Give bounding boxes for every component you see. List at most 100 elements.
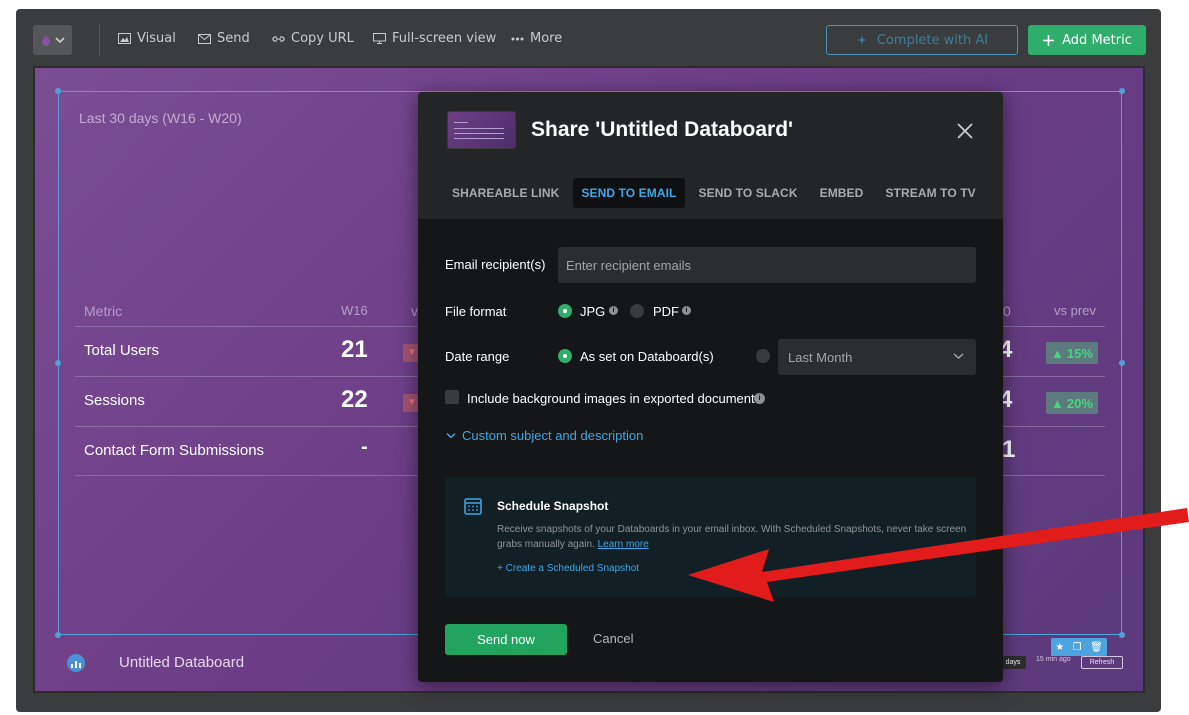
- send-button[interactable]: Send: [198, 31, 250, 46]
- copy-url-label: Copy URL: [291, 31, 354, 46]
- tab-shareable-link[interactable]: SHAREABLE LINK: [444, 178, 567, 208]
- star-icon[interactable]: ★: [1055, 642, 1064, 653]
- image-icon: [118, 33, 131, 44]
- chevron-down-icon: [953, 353, 964, 360]
- metric-value: 22: [341, 386, 368, 413]
- fullscreen-label: Full-screen view: [392, 31, 497, 46]
- column-header-vs: v: [411, 303, 418, 319]
- visual-label: Visual: [137, 31, 176, 46]
- change-badge: ▲ 15%: [1046, 342, 1098, 364]
- pdf-radio[interactable]: [630, 304, 644, 318]
- toolbar-divider: [99, 24, 100, 56]
- schedule-snapshot-card: Schedule Snapshot Receive snapshots of y…: [445, 477, 976, 597]
- jpg-label: JPG: [580, 304, 606, 319]
- info-icon: i: [754, 393, 765, 404]
- info-icon: i: [682, 306, 691, 315]
- column-header-w16: W16: [341, 303, 368, 318]
- as-set-label: As set on Databoard(s): [580, 349, 714, 364]
- chevron-down-icon: [446, 432, 456, 439]
- custom-subject-label: Custom subject and description: [462, 428, 644, 443]
- up-triangle-icon: ▲: [1051, 395, 1064, 411]
- metric-mini-toolbar: ★ ❐ 🗑: [1051, 638, 1107, 656]
- tab-stream-to-tv[interactable]: STREAM TO TV: [877, 178, 983, 208]
- add-metric-button[interactable]: Add Metric: [1028, 25, 1146, 55]
- up-triangle-icon: ▲: [1051, 345, 1064, 361]
- days-pill: days: [1000, 656, 1026, 669]
- copy-url-button[interactable]: Copy URL: [272, 31, 354, 46]
- chevron-down-icon: [54, 37, 65, 44]
- databoard-thumbnail: [447, 111, 516, 149]
- change-badge: ▲ 20%: [1046, 392, 1098, 414]
- date-range-value: Last Month: [788, 350, 853, 365]
- pdf-label: PDF: [653, 304, 679, 319]
- period-label: Last 30 days (W16 - W20): [79, 110, 242, 126]
- trash-icon[interactable]: 🗑: [1090, 642, 1103, 653]
- visual-button[interactable]: Visual: [118, 31, 176, 46]
- create-scheduled-snapshot-link[interactable]: + Create a Scheduled Snapshot: [497, 563, 639, 574]
- refresh-button[interactable]: Refresh: [1081, 656, 1123, 669]
- snapshot-description-text: Receive snapshots of your Databoards in …: [497, 524, 967, 550]
- toolbar: Visual Send Copy URL Full-screen view Mo…: [16, 9, 1161, 65]
- updated-time: 15 min ago: [1036, 656, 1071, 663]
- monitor-icon: [373, 33, 386, 44]
- tab-send-to-email[interactable]: SEND TO EMAIL: [573, 178, 685, 208]
- complete-with-ai-button[interactable]: Complete with AI: [826, 25, 1018, 55]
- metric-value: -: [361, 436, 368, 458]
- file-format-label: File format: [445, 304, 507, 319]
- snapshot-title: Schedule Snapshot: [497, 499, 609, 513]
- custom-range-radio[interactable]: [756, 349, 770, 363]
- theme-picker-button[interactable]: [33, 25, 72, 55]
- include-bg-checkbox[interactable]: [445, 390, 459, 404]
- close-icon[interactable]: [954, 120, 976, 142]
- email-recipients-input[interactable]: [558, 247, 976, 283]
- databoard-icon: [67, 654, 85, 672]
- sparkle-icon: [856, 34, 867, 45]
- share-tabs: SHAREABLE LINK SEND TO EMAIL SEND TO SLA…: [444, 178, 990, 208]
- tab-embed[interactable]: EMBED: [812, 178, 872, 208]
- mail-icon: [198, 33, 211, 44]
- custom-subject-toggle[interactable]: Custom subject and description: [446, 428, 643, 443]
- learn-more-link[interactable]: Learn more: [598, 539, 649, 550]
- jpg-radio[interactable]: [558, 304, 572, 318]
- resize-handle[interactable]: [1119, 88, 1125, 94]
- snapshot-description: Receive snapshots of your Databoards in …: [497, 522, 973, 552]
- change-value: 20%: [1066, 395, 1093, 411]
- refresh-label: Refresh: [1089, 659, 1115, 666]
- more-button[interactable]: More: [511, 31, 562, 46]
- column-header-metric: Metric: [84, 303, 123, 319]
- send-now-button[interactable]: Send now: [445, 624, 567, 655]
- plus-icon: [1043, 34, 1055, 46]
- calendar-icon: [464, 498, 482, 515]
- metric-name: Contact Form Submissions: [84, 442, 265, 459]
- more-label: More: [530, 31, 563, 46]
- send-label: Send: [217, 31, 250, 46]
- link-icon: [272, 35, 285, 42]
- resize-handle[interactable]: [55, 360, 61, 366]
- as-set-radio[interactable]: [558, 349, 572, 363]
- change-value: 15%: [1066, 345, 1093, 361]
- cancel-button[interactable]: Cancel: [593, 631, 633, 646]
- email-label: Email recipient(s): [445, 257, 546, 272]
- modal-header: Share 'Untitled Databoard' SHAREABLE LIN…: [418, 92, 1003, 219]
- databoard-name: Untitled Databoard: [119, 654, 245, 671]
- info-icon: i: [609, 306, 618, 315]
- modal-title: Share 'Untitled Databoard': [531, 118, 794, 141]
- metric-name: Total Users: [84, 342, 160, 359]
- resize-handle[interactable]: [1119, 632, 1125, 638]
- add-metric-label: Add Metric: [1062, 32, 1132, 48]
- resize-handle[interactable]: [55, 632, 61, 638]
- metric-value-right: 1: [1002, 436, 1016, 463]
- include-bg-label: Include background images in exported do…: [467, 391, 755, 406]
- metric-name: Sessions: [84, 392, 145, 409]
- fullscreen-button[interactable]: Full-screen view: [373, 31, 496, 46]
- share-modal: Share 'Untitled Databoard' SHAREABLE LIN…: [418, 92, 1003, 682]
- metric-value: 21: [341, 336, 368, 363]
- ai-label: Complete with AI: [876, 32, 989, 48]
- resize-handle[interactable]: [55, 88, 61, 94]
- resize-handle[interactable]: [1119, 360, 1125, 366]
- column-header-vs-prev: vs prev: [1054, 303, 1096, 318]
- tab-send-to-slack[interactable]: SEND TO SLACK: [691, 178, 806, 208]
- date-range-select[interactable]: Last Month: [778, 339, 976, 375]
- droplet-icon: [41, 35, 50, 46]
- copy-icon[interactable]: ❐: [1073, 642, 1082, 653]
